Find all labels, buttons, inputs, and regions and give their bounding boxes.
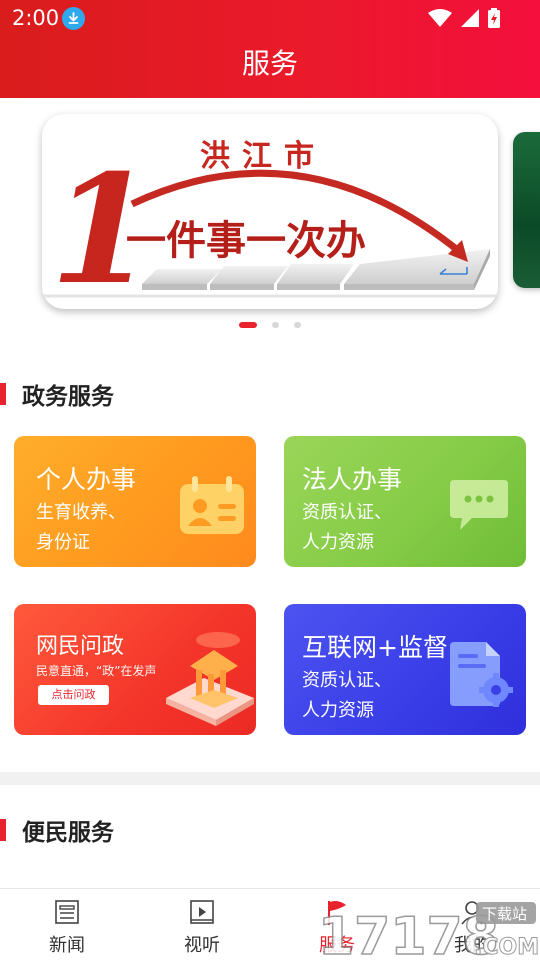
- internet-supervision-card[interactable]: 互联网+监督 资质认证、人力资源: [284, 604, 526, 735]
- section-title: 政务服务: [22, 384, 114, 410]
- battery-icon: [488, 8, 500, 28]
- banner-carousel[interactable]: 1 洪江市 一件事一次办: [0, 98, 540, 338]
- document-gear-icon: [450, 642, 513, 707]
- signal-icon: [461, 9, 479, 27]
- banner-slide[interactable]: 1 洪江市 一件事一次办: [42, 114, 498, 309]
- carousel-dot-active[interactable]: [239, 322, 257, 328]
- wifi-icon: [428, 9, 452, 27]
- nav-tab-news[interactable]: 新闻: [17, 889, 117, 960]
- page-title: 服务: [241, 47, 298, 80]
- watermark-number: 17178: [318, 907, 499, 960]
- download-icon: [62, 7, 85, 30]
- site-watermark: 17178 下载站 .COM: [317, 902, 540, 960]
- ask-government-button[interactable]: 点击问政: [38, 685, 109, 705]
- card-title: 互联网+监督: [302, 633, 448, 662]
- chat-bubble-icon: [450, 480, 508, 530]
- app-header: 2:00 服务: [0, 0, 540, 98]
- section-accent-bar: [0, 819, 6, 841]
- carousel-dot[interactable]: [294, 322, 301, 328]
- personal-affairs-card[interactable]: 个人办事 生育收养、身份证: [14, 436, 256, 567]
- id-card-icon: [180, 476, 244, 534]
- gov-section-heading: 政务服务: [0, 379, 114, 410]
- banner-next-slide-peek[interactable]: [513, 132, 540, 288]
- status-icons: [428, 8, 500, 28]
- legal-entity-card[interactable]: 法人办事 资质认证、人力资源: [284, 436, 526, 567]
- netizen-inquiry-card[interactable]: 网民问政 民意直通，“政”在发声 点击问政: [14, 604, 256, 735]
- convenience-section-heading: 便民服务: [0, 815, 114, 846]
- nav-label: 视听: [184, 935, 220, 956]
- banner-artwork: 1 洪江市 一件事一次办: [42, 139, 498, 309]
- watermark-tag: 下载站: [482, 905, 527, 923]
- carousel-dot[interactable]: [272, 322, 279, 328]
- app-screen: 2:00 服务 1 洪江市 一件事一次办 政务服务 个人办事 生育收养、身份证 …: [0, 0, 540, 960]
- card-title: 法人办事: [302, 465, 403, 494]
- card-subtitle: 资质认证、人力资源: [302, 670, 392, 721]
- status-time: 2:00: [12, 6, 60, 30]
- banner-slogan: 一件事一次办: [126, 218, 366, 264]
- section-divider: [0, 772, 540, 785]
- card-subtitle: 生育收养、身份证: [36, 502, 126, 553]
- banner-city: 洪江市: [200, 139, 326, 174]
- section-accent-bar: [0, 383, 6, 405]
- video-icon: [190, 900, 214, 924]
- nav-tab-video[interactable]: 视听: [152, 889, 252, 960]
- watermark-domain: .COM: [474, 935, 539, 960]
- card-subtitle: 资质认证、人力资源: [302, 502, 392, 553]
- status-bar: 2:00: [0, 0, 540, 36]
- carousel-indicator: [0, 322, 540, 330]
- section-title: 便民服务: [22, 820, 114, 846]
- nav-label: 新闻: [49, 935, 85, 956]
- government-building-icon: [166, 632, 254, 726]
- card-title: 个人办事: [36, 465, 137, 494]
- news-icon: [55, 900, 79, 924]
